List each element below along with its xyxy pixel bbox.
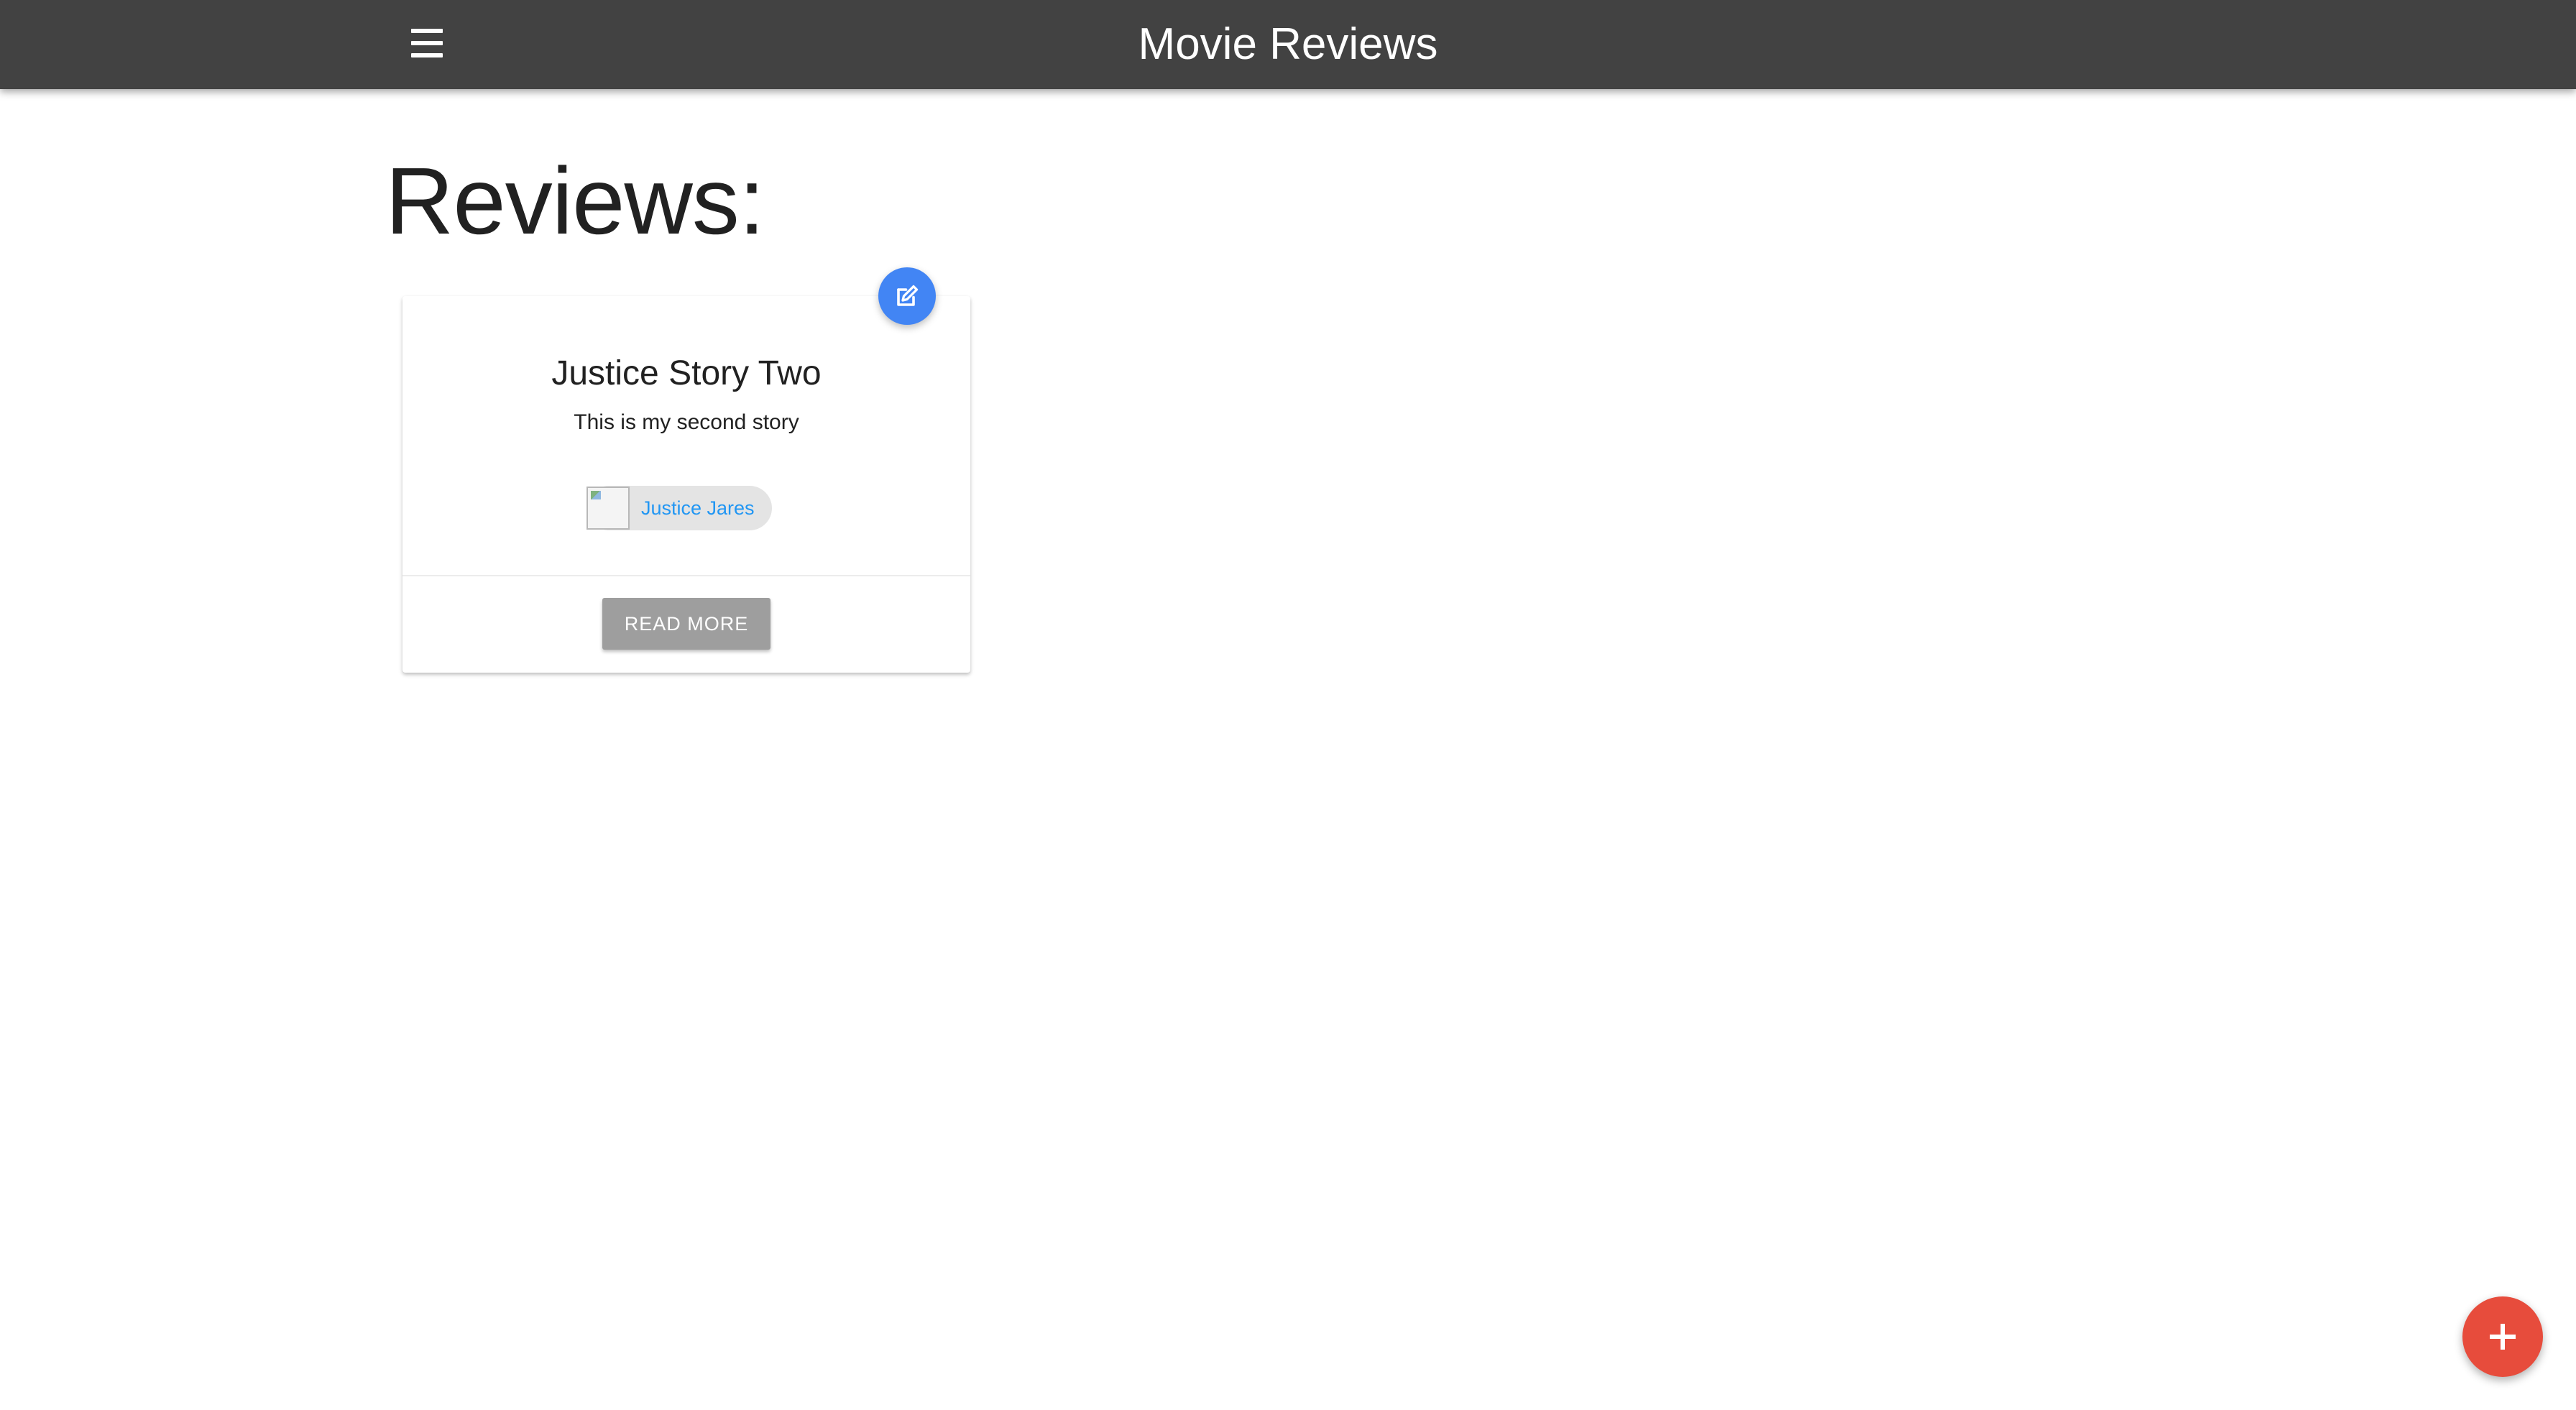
page-title: Reviews: xyxy=(385,148,765,254)
app-brand-title[interactable]: Movie Reviews xyxy=(0,16,2576,73)
edit-icon xyxy=(897,285,919,306)
review-card: Justice Story Two This is my second stor… xyxy=(402,296,970,673)
card-divider xyxy=(402,575,970,576)
read-more-button[interactable]: READ MORE xyxy=(602,598,770,650)
author-avatar-broken-image-icon xyxy=(586,487,630,530)
top-navbar: Movie Reviews xyxy=(0,0,2576,89)
review-text: This is my second story xyxy=(574,410,799,434)
add-review-button[interactable] xyxy=(2462,1296,2543,1377)
author-chip[interactable]: Justice Jares xyxy=(586,486,772,530)
edit-review-button[interactable] xyxy=(878,267,936,325)
author-name-link[interactable]: Justice Jares xyxy=(641,497,755,520)
review-title: Justice Story Two xyxy=(551,354,822,392)
